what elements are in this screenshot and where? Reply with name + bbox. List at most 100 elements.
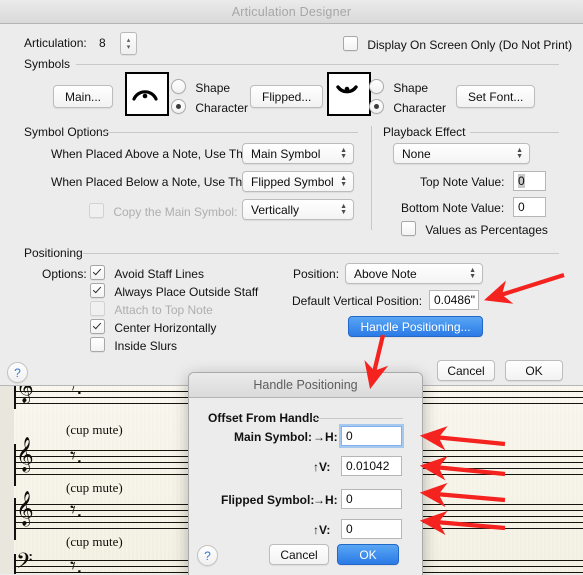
flipped-v-value-text[interactable]: 0	[346, 522, 353, 536]
main-symbol-label: Main Symbol:	[234, 430, 313, 444]
handle-positioning-dialog: Handle Positioning Offset From Handle Ma…	[188, 372, 423, 575]
handle-dialog-titlebar[interactable]: Handle Positioning	[189, 373, 422, 398]
copy-main-symbol-checkbox	[89, 203, 104, 218]
chevron-updown-icon: ▲ ▼	[340, 202, 347, 216]
avoid-staff-lines-checkbox[interactable]	[90, 265, 105, 280]
option-attach-to-top-note: Attach to Top Note	[90, 301, 213, 317]
position-label: Position:	[293, 267, 340, 281]
flipped-h-label: →H:	[313, 493, 338, 507]
always-place-outside-staff-label: Always Place Outside Staff	[114, 285, 259, 299]
copy-main-symbol-row: Copy the Main Symbol:	[89, 203, 237, 219]
rest-glyph-4: 𝄾.	[70, 554, 83, 575]
option-center-horizontally[interactable]: Center Horizontally	[90, 319, 216, 335]
playback-effect-group-line	[470, 132, 559, 133]
default-vertical-position-label: Default Vertical Position:	[292, 294, 423, 308]
below-note-label: When Placed Below a Note, Use The:	[51, 175, 253, 189]
attach-to-top-note-label: Attach to Top Note	[114, 303, 213, 317]
arc-with-dot-icon	[132, 90, 158, 101]
handle-cancel-button[interactable]: Cancel	[269, 544, 329, 565]
default-vertical-position-text[interactable]: 0.0486"	[434, 293, 475, 307]
main-v-field[interactable]: 0.01042	[341, 456, 402, 476]
default-vertical-position-field[interactable]: 0.0486"	[429, 290, 479, 310]
always-place-outside-staff-checkbox[interactable]	[90, 283, 105, 298]
main-character-radio[interactable]	[171, 99, 186, 114]
inside-slurs-checkbox[interactable]	[90, 337, 105, 352]
dialog-titlebar[interactable]: Articulation Designer	[0, 0, 583, 24]
flipped-character-radio[interactable]	[369, 99, 384, 114]
main-shape-radio-row[interactable]: Shape	[171, 79, 230, 95]
flipped-character-radio-row[interactable]: Character	[369, 99, 446, 115]
flipped-symbol-label: Flipped Symbol:	[221, 493, 315, 507]
flipped-h-field[interactable]: 0	[341, 489, 402, 509]
below-note-select[interactable]: Flipped Symbol ▲ ▼	[242, 171, 354, 192]
above-note-label: When Placed Above a Note, Use The:	[51, 147, 253, 161]
option-always-place-outside-staff[interactable]: Always Place Outside Staff	[90, 283, 258, 299]
bottom-note-value-field[interactable]: 0	[513, 197, 546, 217]
below-note-select-value: Flipped Symbol	[251, 174, 334, 189]
values-as-percentages-row[interactable]: Values as Percentages	[401, 221, 548, 237]
rest-glyph-2: 𝄾.	[70, 444, 83, 469]
option-avoid-staff-lines[interactable]: Avoid Staff Lines	[90, 265, 204, 281]
main-h-value-text[interactable]: 0	[346, 429, 353, 443]
attach-to-top-note-checkbox	[90, 301, 105, 316]
help-icon: ?	[204, 548, 211, 563]
set-font-button[interactable]: Set Font...	[456, 85, 536, 108]
playback-effect-select-value: None	[402, 146, 431, 161]
above-note-select-value: Main Symbol	[251, 146, 321, 161]
flipped-shape-radio[interactable]	[369, 79, 384, 94]
main-shape-radio[interactable]	[171, 79, 186, 94]
inverted-arc-with-dot-icon	[336, 85, 358, 94]
main-button[interactable]: Main...	[53, 85, 114, 108]
flipped-h-value-text[interactable]: 0	[346, 492, 353, 506]
symbol-options-group-line	[104, 132, 358, 133]
flipped-button[interactable]: Flipped...	[250, 85, 324, 108]
display-on-screen-only-label: Display On Screen Only (Do Not Print)	[367, 38, 573, 52]
stepper-down-icon[interactable]: ▾	[127, 44, 131, 51]
position-select-value: Above Note	[354, 266, 417, 281]
top-note-value-label: Top Note Value:	[420, 175, 505, 189]
main-symbol-preview[interactable]	[125, 72, 169, 116]
playback-effect-group-label: Playback Effect	[383, 125, 466, 139]
flipped-shape-radio-row[interactable]: Shape	[369, 79, 428, 95]
rest-glyph-1: 𝄾.	[70, 385, 83, 400]
main-v-label: ↑V:	[313, 460, 331, 474]
positioning-group-line	[83, 253, 559, 254]
inside-slurs-label: Inside Slurs	[114, 339, 178, 353]
treble-clef-icon-1: 𝄞	[16, 385, 34, 403]
offset-from-handle-label: Offset From Handle	[208, 411, 320, 425]
above-note-select[interactable]: Main Symbol ▲ ▼	[242, 143, 354, 164]
main-shape-label: Shape	[195, 81, 231, 95]
display-on-screen-only-row[interactable]: Display On Screen Only (Do Not Print)	[343, 36, 572, 52]
values-as-percentages-checkbox[interactable]	[401, 221, 416, 236]
main-v-value-text[interactable]: 0.01042	[346, 459, 389, 473]
help-button[interactable]: ?	[7, 362, 28, 383]
flipped-v-field[interactable]: 0	[341, 519, 402, 539]
top-note-value-field[interactable]: 0	[513, 171, 546, 191]
copy-main-symbol-label: Copy the Main Symbol:	[113, 205, 238, 219]
main-character-radio-row[interactable]: Character	[171, 99, 248, 115]
main-h-field[interactable]: 0	[341, 426, 402, 446]
positioning-options-label: Options:	[42, 267, 87, 281]
center-horizontally-checkbox[interactable]	[90, 319, 105, 334]
handle-help-button[interactable]: ?	[197, 545, 218, 566]
top-note-value-text[interactable]: 0	[518, 174, 525, 188]
articulation-label: Articulation:	[24, 36, 87, 50]
bottom-note-value-text[interactable]: 0	[518, 200, 525, 214]
score-annotation-1: (cup mute)	[66, 422, 123, 437]
avoid-staff-lines-label: Avoid Staff Lines	[114, 267, 204, 281]
flipped-symbol-preview[interactable]	[327, 72, 371, 116]
handle-ok-button[interactable]: OK	[337, 544, 399, 565]
flipped-shape-label: Shape	[393, 81, 429, 95]
articulation-stepper[interactable]: ▴ ▾	[120, 32, 137, 55]
display-on-screen-only-checkbox[interactable]	[343, 36, 358, 51]
stepper-up-icon[interactable]: ▴	[127, 37, 131, 44]
cancel-button[interactable]: Cancel	[437, 360, 495, 381]
option-inside-slurs[interactable]: Inside Slurs	[90, 337, 177, 353]
main-h-label: →H:	[313, 430, 338, 444]
position-select[interactable]: Above Note ▲ ▼	[345, 263, 483, 284]
copy-direction-select-value: Vertically	[251, 202, 300, 217]
ok-button[interactable]: OK	[505, 360, 563, 381]
playback-effect-select[interactable]: None ▲ ▼	[393, 143, 530, 164]
copy-direction-select[interactable]: Vertically ▲ ▼	[242, 199, 354, 220]
handle-positioning-button[interactable]: Handle Positioning...	[348, 316, 483, 337]
